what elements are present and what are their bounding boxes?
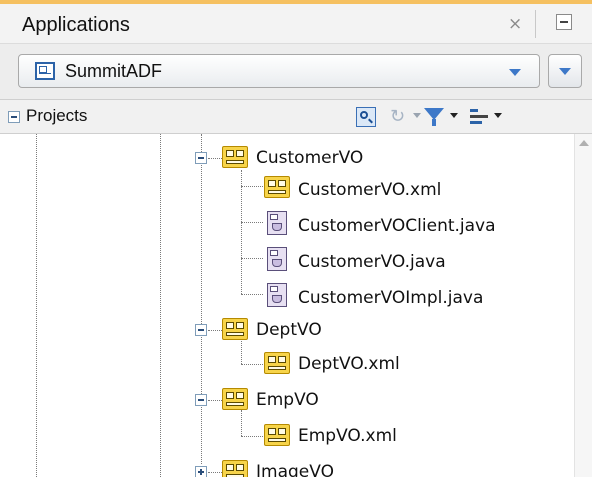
applications-window: Applications × SummitADF Projects ↻ Cust… <box>0 0 592 477</box>
tree-node-empvo[interactable]: EmpVO <box>0 384 574 418</box>
tree-node-label: EmpVO <box>256 390 319 410</box>
projects-collapse-toggle[interactable] <box>8 111 20 123</box>
vertical-scrollbar[interactable] <box>574 134 592 477</box>
sync-icon[interactable]: ↻ <box>390 106 405 127</box>
minimize-button[interactable] <box>556 14 572 30</box>
tree-node-customervoimpl-java[interactable]: CustomerVOImpl.java <box>0 282 574 316</box>
filter-icon-stem <box>432 119 436 126</box>
tree-node-customervo[interactable]: CustomerVO <box>0 142 574 176</box>
view-object-icon <box>264 352 290 374</box>
selected-application: SummitADF <box>65 61 163 81</box>
projects-label[interactable]: Projects <box>26 106 87 126</box>
tree-node-label: ImageVO <box>256 462 334 477</box>
find-icon[interactable] <box>356 107 376 127</box>
view-object-icon <box>222 318 248 340</box>
tree-node-label: CustomerVOImpl.java <box>298 288 484 308</box>
sort-dropdown-arrow[interactable] <box>494 113 502 118</box>
application-icon <box>35 62 55 80</box>
tree-node-customervo-java[interactable]: CustomerVO.java <box>0 246 574 280</box>
expand-toggle[interactable] <box>195 466 207 477</box>
tree-node-label: CustomerVO.xml <box>298 180 442 200</box>
scroll-up-arrow-icon[interactable] <box>579 140 589 146</box>
tree-node-customervoclient-java[interactable]: CustomerVOClient.java <box>0 210 574 244</box>
tree-node-label: CustomerVO <box>256 148 364 168</box>
tree-node-deptvo[interactable]: DeptVO <box>0 314 574 348</box>
tree-node-imagevo[interactable]: ImageVO <box>0 456 574 477</box>
view-object-icon <box>222 388 248 410</box>
tree-node-empvo-xml[interactable]: EmpVO.xml <box>0 420 574 454</box>
sync-dropdown-arrow[interactable] <box>413 113 421 118</box>
chevron-down-icon <box>559 68 571 75</box>
projects-header: Projects ↻ <box>0 100 592 134</box>
tree-node-label: CustomerVO.java <box>298 252 446 272</box>
tree-node-customervo-xml[interactable]: CustomerVO.xml <box>0 174 574 208</box>
tree-node-label: CustomerVOClient.java <box>298 216 496 236</box>
view-object-icon <box>264 424 290 446</box>
view-object-icon <box>222 146 248 168</box>
view-object-icon <box>264 176 290 198</box>
collapse-toggle[interactable] <box>195 324 207 336</box>
view-object-icon <box>222 460 248 477</box>
project-tree[interactable]: CustomerVO CustomerVO.xml CustomerVOClie… <box>0 134 592 477</box>
sort-icon[interactable] <box>470 108 488 126</box>
application-menu-button[interactable] <box>548 54 582 88</box>
java-file-icon <box>267 211 287 235</box>
close-icon[interactable]: × <box>508 14 522 34</box>
panel-title: Applications <box>22 14 130 36</box>
collapse-toggle[interactable] <box>195 394 207 406</box>
chevron-down-icon[interactable] <box>509 69 521 76</box>
filter-dropdown-arrow[interactable] <box>450 113 458 118</box>
java-file-icon <box>267 247 287 271</box>
tree-node-label: DeptVO <box>256 320 322 340</box>
tree-node-label: DeptVO.xml <box>298 354 400 374</box>
tree-node-deptvo-xml[interactable]: DeptVO.xml <box>0 348 574 382</box>
application-selector-row: SummitADF <box>0 44 592 100</box>
application-dropdown[interactable]: SummitADF <box>18 54 540 88</box>
tree-node-label: EmpVO.xml <box>298 426 397 446</box>
applications-panel-header: Applications × <box>0 0 592 44</box>
collapse-toggle[interactable] <box>195 152 207 164</box>
java-file-icon <box>267 283 287 307</box>
header-divider <box>535 10 536 38</box>
